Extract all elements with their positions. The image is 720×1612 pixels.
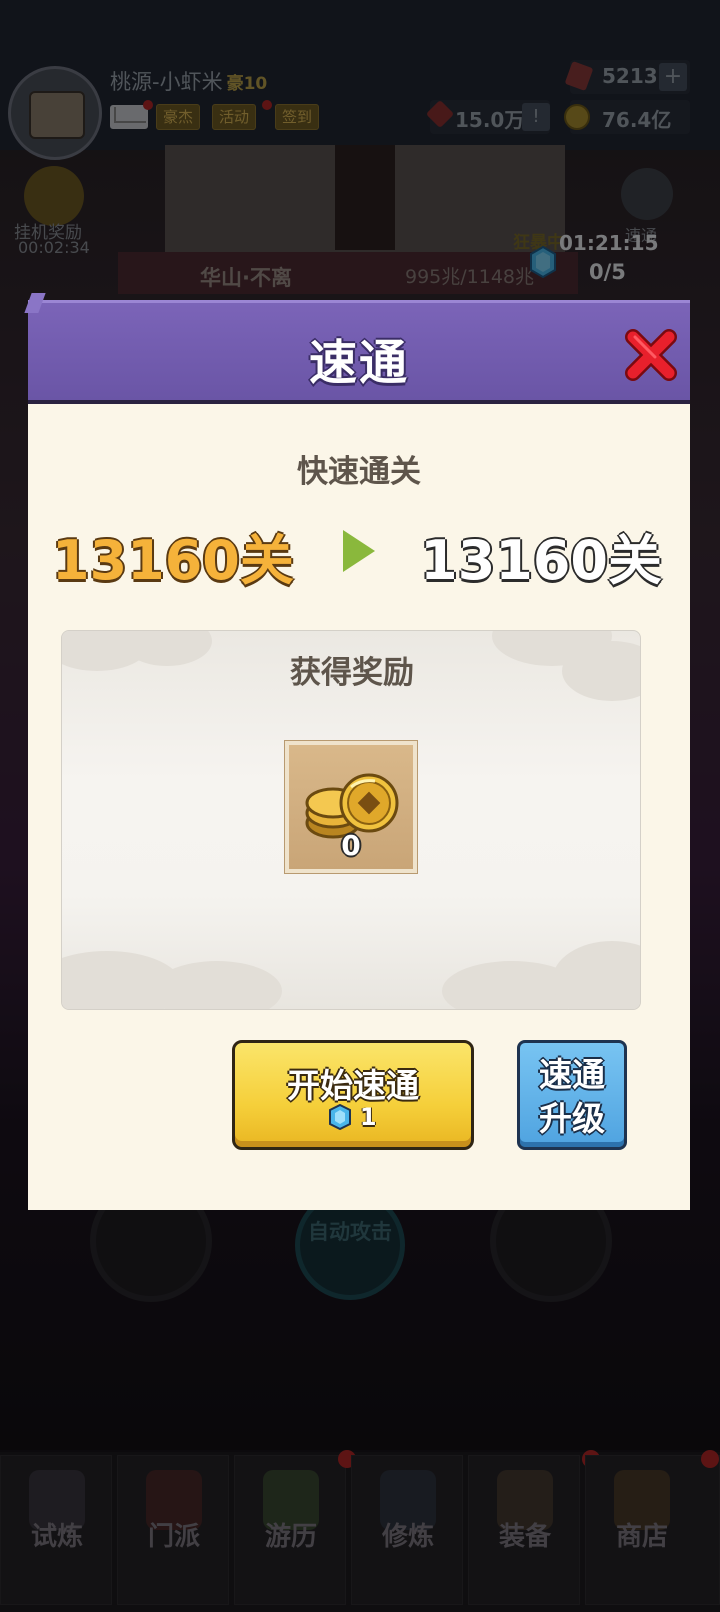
cloud-decoration bbox=[152, 961, 282, 1009]
upgrade-label-line1: 速通 bbox=[539, 1055, 605, 1094]
cloud-decoration bbox=[552, 941, 640, 1009]
upgrade-label-line2: 升级 bbox=[539, 1099, 605, 1138]
blue-crystal-icon bbox=[329, 1103, 352, 1131]
dialog-body: 快速通关 13160关 13160关 获得奖励 0 开始速通 1 速通 升级 bbox=[28, 404, 690, 1210]
close-icon[interactable] bbox=[621, 325, 681, 385]
upgrade-button-label: 速通 升级 bbox=[520, 1053, 624, 1141]
dialog-subtitle: 快速通关 bbox=[297, 454, 421, 490]
current-stage: 13160关 bbox=[52, 529, 294, 592]
quick-clear-dialog: 速通 快速通关 13160关 13160关 获得奖励 0 开始速通 1 速通 升… bbox=[28, 300, 690, 1210]
dialog-header: 速通 bbox=[28, 300, 690, 404]
start-button-label: 开始速通 bbox=[287, 1066, 419, 1105]
reward-count: 0 bbox=[341, 829, 361, 862]
target-stage: 13160关 bbox=[420, 529, 662, 592]
reward-item[interactable]: 0 bbox=[285, 741, 417, 873]
upgrade-quick-clear-button[interactable]: 速通 升级 bbox=[517, 1040, 627, 1150]
arrow-right-icon bbox=[343, 530, 375, 572]
start-quick-clear-button[interactable]: 开始速通 1 bbox=[232, 1040, 474, 1150]
start-button-cost: 1 bbox=[235, 1103, 471, 1131]
cost-value: 1 bbox=[359, 1103, 377, 1131]
reward-title: 获得奖励 bbox=[290, 655, 414, 691]
dialog-title: 速通 bbox=[308, 335, 409, 391]
reward-panel: 获得奖励 0 bbox=[61, 630, 641, 1010]
